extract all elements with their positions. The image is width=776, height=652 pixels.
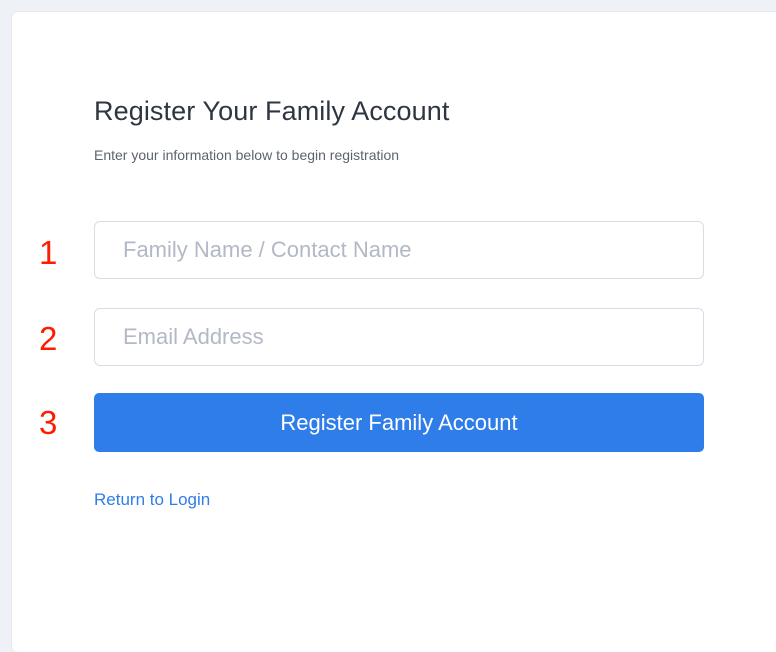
return-to-login-link[interactable]: Return to Login <box>94 490 210 510</box>
annotation-marker-3: 3 <box>39 404 58 441</box>
email-input[interactable] <box>94 308 704 366</box>
register-family-account-button[interactable]: Register Family Account <box>94 393 704 452</box>
annotation-marker-2: 2 <box>39 320 58 357</box>
page-title: Register Your Family Account <box>94 96 450 126</box>
family-name-input[interactable] <box>94 221 704 279</box>
annotation-marker-1: 1 <box>39 234 58 271</box>
page-subtitle: Enter your information below to begin re… <box>94 147 400 163</box>
